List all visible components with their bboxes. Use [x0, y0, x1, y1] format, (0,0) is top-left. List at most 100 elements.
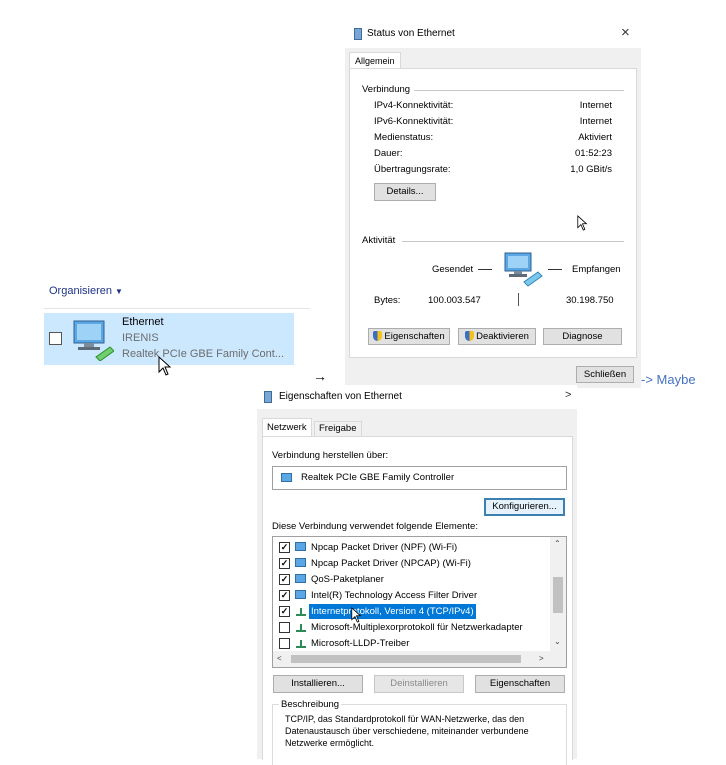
adapter-device: Realtek PCIe GBE Family Cont... — [122, 348, 284, 360]
network-adapter-icon — [295, 574, 306, 583]
description-line-3: Netzwerke ermöglicht. — [285, 738, 375, 748]
scroll-left-icon[interactable]: < — [277, 654, 282, 663]
configure-button[interactable]: Konfigurieren... — [484, 498, 565, 516]
eigenschaften-button[interactable]: Eigenschaften — [368, 328, 450, 345]
shield-icon — [373, 331, 383, 341]
elements-list[interactable]: ✓ Npcap Packet Driver (NPF) (Wi-Fi) ✓ Np… — [272, 536, 567, 668]
received-label: Empfangen — [572, 264, 621, 275]
item-checkbox[interactable]: ✓ — [279, 574, 290, 585]
description-line-2: Datenaustausch über verschiedene, mitein… — [285, 726, 529, 736]
chevron-down-icon: ▼ — [115, 287, 123, 296]
bytes-received: 30.198.750 — [566, 295, 614, 306]
status-tab-panel: Verbindung IPv4-Konnektivität: Internet … — [349, 68, 637, 358]
protocol-icon — [296, 608, 306, 616]
organize-label: Organisieren — [49, 285, 112, 297]
item-checkbox[interactable]: ✓ — [279, 558, 290, 569]
description-line-1: TCP/IP, das Standardprotokoll für WAN-Ne… — [285, 714, 525, 724]
mouse-cursor-icon — [577, 215, 588, 236]
network-adapter-icon — [295, 542, 306, 551]
list-item[interactable]: ✓ Npcap Packet Driver (NPCAP) (Wi-Fi) — [273, 556, 549, 572]
title-bar: Status von Ethernet × — [345, 20, 641, 48]
adapter-field: Realtek PCIe GBE Family Controller — [272, 466, 567, 490]
item-checkbox[interactable]: ✓ — [279, 606, 290, 617]
deaktivieren-button[interactable]: Deaktivieren — [458, 328, 536, 345]
list-item[interactable]: Microsoft-Multiplexorprotokoll für Netzw… — [273, 620, 549, 636]
list-item[interactable]: ✓ Intel(R) Technology Access Filter Driv… — [273, 588, 549, 604]
scroll-down-icon[interactable]: ⌄ — [554, 637, 561, 646]
network-adapter-icon — [295, 558, 306, 567]
network-adapter-icon — [295, 590, 306, 599]
adapter-network: IRENIS — [122, 332, 159, 344]
chevron-right-icon[interactable]: > — [565, 389, 571, 401]
status-dialog: Status von Ethernet × Allgemein Verbindu… — [345, 20, 641, 388]
vertical-scrollbar[interactable]: ⌃ ⌄ — [550, 537, 566, 651]
list-item[interactable]: ✓ Npcap Packet Driver (NPF) (Wi-Fi) — [273, 540, 549, 556]
ethernet-icon — [354, 28, 362, 40]
ipv4-value: Internet — [579, 100, 612, 111]
verbindung-group-label: Verbindung — [362, 84, 411, 95]
bytes-sent: 100.003.547 — [428, 295, 481, 306]
item-checkbox[interactable] — [279, 622, 290, 633]
schliessen-button[interactable]: Schließen — [576, 366, 634, 383]
media-status-label: Medienstatus: — [374, 132, 434, 143]
title-bar: Eigenschaften von Ethernet > — [257, 385, 577, 409]
item-properties-button[interactable]: Eigenschaften — [475, 675, 565, 693]
item-label: Internetprotokoll, Version 4 (TCP/IPv4) — [309, 604, 476, 619]
tab-netzwerk[interactable]: Netzwerk — [262, 418, 312, 436]
tab-allgemein[interactable]: Allgemein — [349, 52, 401, 69]
scroll-up-icon[interactable]: ⌃ — [554, 539, 561, 548]
description-label: Beschreibung — [279, 699, 342, 710]
duration-value: 01:52:23 — [575, 148, 612, 159]
item-label: Microsoft-LLDP-Treiber — [311, 638, 410, 649]
list-item[interactable]: Microsoft-LLDP-Treiber — [273, 636, 549, 652]
item-label: Npcap Packet Driver (NPF) (Wi-Fi) — [311, 542, 458, 553]
properties-dialog: Eigenschaften von Ethernet > Netzwerk Fr… — [257, 385, 577, 765]
media-status-value: Aktiviert — [578, 132, 612, 143]
adapter-field-text: Realtek PCIe GBE Family Controller — [301, 472, 455, 483]
netzwerk-tab-panel: Verbindung herstellen über: Realtek PCIe… — [262, 436, 573, 765]
sent-line — [478, 269, 492, 270]
uninstall-button[interactable]: Deinstallieren — [374, 675, 464, 693]
ipv6-value: Internet — [579, 116, 612, 127]
speed-label: Übertragungsrate: — [374, 164, 451, 175]
horizontal-scrollbar[interactable]: < > — [273, 651, 566, 667]
ipv6-label: IPv6-Konnektivität: — [374, 116, 454, 127]
received-line — [548, 269, 562, 270]
ethernet-icon — [264, 391, 272, 403]
item-label: QoS-Paketplaner — [311, 574, 384, 585]
item-checkbox[interactable] — [49, 332, 62, 345]
protocol-icon — [296, 624, 306, 632]
bytes-label: Bytes: — [374, 295, 401, 306]
install-button[interactable]: Installieren... — [273, 675, 363, 693]
mouse-cursor-icon — [351, 607, 362, 628]
scroll-thumb[interactable] — [553, 577, 563, 613]
item-checkbox[interactable] — [279, 638, 290, 649]
explorer-toolbar: Organisieren ▼ — [44, 282, 310, 309]
item-checkbox[interactable]: ✓ — [279, 542, 290, 553]
scroll-right-icon[interactable]: > — [539, 654, 544, 663]
details-button[interactable]: Details... — [374, 183, 436, 201]
description-group: Beschreibung TCP/IP, das Standardprotoko… — [272, 699, 567, 765]
arrow-right-icon: → — [313, 368, 327, 384]
aktivitaet-divider — [402, 241, 624, 242]
shield-icon — [465, 331, 475, 341]
item-checkbox[interactable]: ✓ — [279, 590, 290, 601]
network-activity-icon — [502, 250, 546, 288]
list-item[interactable]: ✓ QoS-Paketplaner — [273, 572, 549, 588]
eigenschaften-label: Eigenschaften — [384, 331, 445, 342]
connect-via-label: Verbindung herstellen über: — [272, 450, 389, 461]
organize-menu[interactable]: Organisieren ▼ — [49, 285, 123, 297]
ipv4-label: IPv4-Konnektivität: — [374, 100, 454, 111]
network-adapter-icon — [70, 317, 115, 362]
list-item-selected[interactable]: ✓ Internetprotokoll, Version 4 (TCP/IPv4… — [273, 604, 549, 620]
status-dialog-title: Status von Ethernet — [367, 28, 455, 39]
bytes-separator — [518, 293, 519, 306]
close-icon[interactable]: × — [621, 24, 630, 41]
item-label: Npcap Packet Driver (NPCAP) (Wi-Fi) — [311, 558, 471, 569]
speed-value: 1,0 GBit/s — [570, 164, 612, 175]
tab-freigabe[interactable]: Freigabe — [314, 421, 362, 436]
aktivitaet-group-label: Aktivität — [362, 235, 396, 246]
diagnose-button[interactable]: Diagnose — [543, 328, 622, 345]
scroll-thumb[interactable] — [291, 655, 521, 663]
network-adapter-icon — [281, 473, 292, 482]
